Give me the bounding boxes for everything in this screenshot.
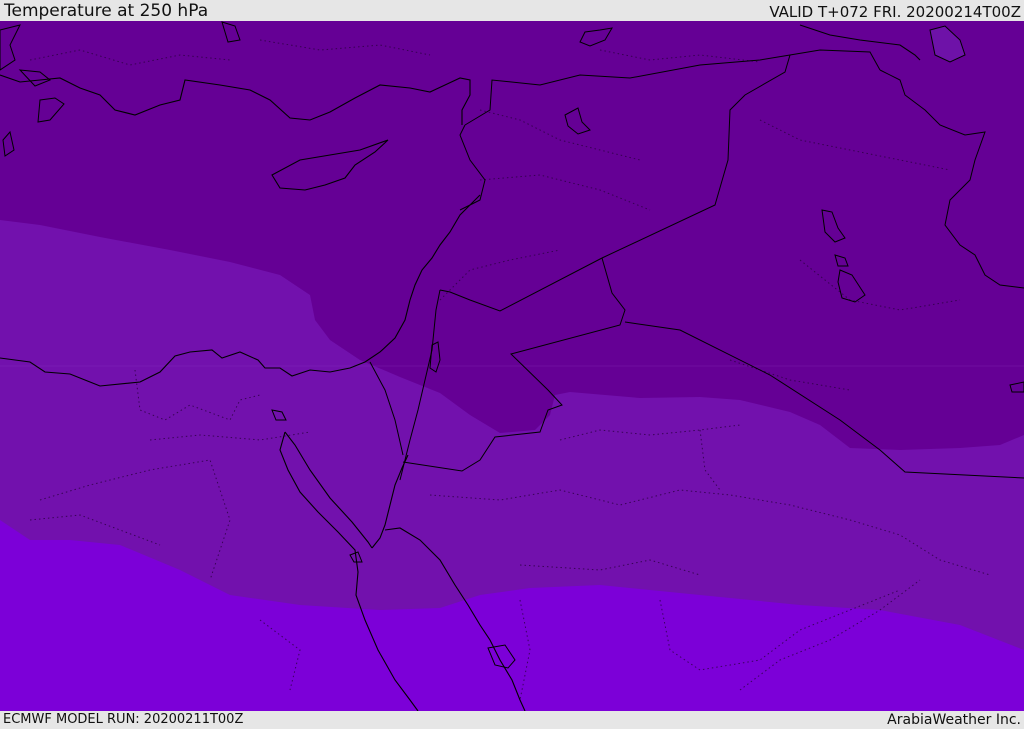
weather-map[interactable] [0, 21, 1024, 711]
map-title: Temperature at 250 hPa [4, 1, 209, 21]
model-run-label: ECMWF MODEL RUN: 20200211T00Z [3, 712, 244, 727]
brand-label: ArabiaWeather Inc. [887, 712, 1021, 728]
valid-time-label: VALID T+072 FRI. 20200214T00Z [769, 3, 1021, 21]
header-bar: Temperature at 250 hPa VALID T+072 FRI. … [0, 0, 1024, 21]
footer-bar: ECMWF MODEL RUN: 20200211T00Z ArabiaWeat… [0, 711, 1024, 729]
